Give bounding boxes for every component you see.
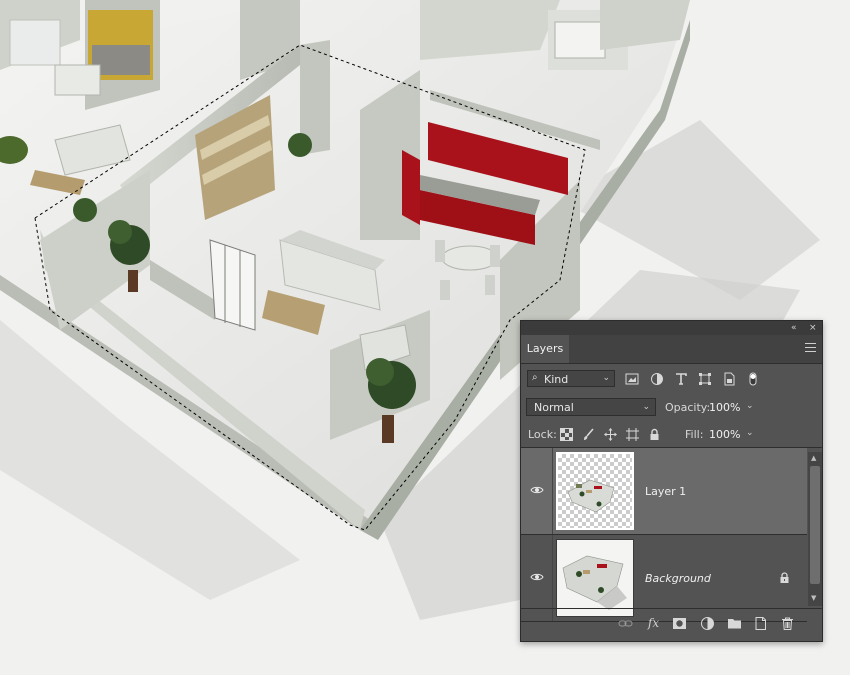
layer-name[interactable]: Layer 1 <box>645 485 686 498</box>
collapse-panel-icon[interactable]: « <box>791 321 797 335</box>
new-group-icon[interactable] <box>727 616 742 631</box>
link-layers-icon[interactable] <box>618 616 633 631</box>
tab-layers[interactable]: Layers <box>521 335 569 363</box>
opacity-chevron-icon[interactable]: ⌄ <box>746 401 754 411</box>
visibility-eye-icon[interactable] <box>530 570 544 584</box>
divider <box>552 448 553 534</box>
panel-titlebar[interactable]: « × <box>521 321 822 335</box>
panel-menu-icon[interactable] <box>805 343 816 353</box>
layer-locked-icon[interactable] <box>779 572 790 584</box>
new-layer-icon[interactable] <box>753 616 768 631</box>
floor-plan-thumbnail-image <box>567 479 615 513</box>
layer-thumbnail[interactable] <box>556 452 634 530</box>
scroll-up-icon[interactable]: ▲ <box>811 454 816 462</box>
lock-image-icon[interactable] <box>582 428 595 441</box>
lock-position-icon[interactable] <box>604 428 617 441</box>
chevron-down-icon: ⌄ <box>642 402 650 412</box>
pixel-filter-icon[interactable] <box>625 372 639 386</box>
search-icon: ⌕ <box>532 372 538 383</box>
layers-bottom-toolbar: fx <box>521 608 822 639</box>
scroll-down-icon[interactable]: ▼ <box>811 594 816 602</box>
adjustment-filter-icon[interactable] <box>650 372 664 386</box>
scroll-thumb[interactable] <box>810 466 820 584</box>
lock-transparent-icon[interactable] <box>560 428 573 441</box>
layer-row-layer-1[interactable]: Layer 1 <box>521 448 807 535</box>
lock-all-icon[interactable] <box>648 428 661 441</box>
lock-row: Lock: Fill: 100% ⌄ <box>521 421 822 448</box>
fill-field[interactable]: 100% <box>709 428 740 441</box>
close-panel-icon[interactable]: × <box>809 321 817 335</box>
layer-name[interactable]: Background <box>645 572 711 585</box>
layer-thumbnail[interactable] <box>556 539 634 617</box>
layers-scrollbar[interactable]: ▲ ▼ <box>808 452 822 606</box>
lock-label: Lock: <box>528 428 557 441</box>
fill-label: Fill: <box>685 428 704 441</box>
delete-layer-icon[interactable] <box>780 616 795 631</box>
opacity-label: Opacity: <box>665 401 711 414</box>
filter-toggle-icon[interactable] <box>746 372 760 386</box>
blend-row: Normal ⌄ Opacity: 100% ⌄ <box>521 394 822 420</box>
layers-panel: « × Layers ⌕ Kind ⌄ Normal ⌄ Opacity: 10… <box>520 320 823 642</box>
layer-effects-icon[interactable]: fx <box>646 616 661 631</box>
visibility-eye-icon[interactable] <box>530 483 544 497</box>
chevron-down-icon: ⌄ <box>602 373 610 383</box>
smart-object-filter-icon[interactable] <box>722 372 736 386</box>
type-filter-icon[interactable] <box>674 372 688 386</box>
layer-mask-icon[interactable] <box>672 616 687 631</box>
fill-chevron-icon[interactable]: ⌄ <box>746 428 754 438</box>
blend-mode-value: Normal <box>534 401 574 414</box>
opacity-field[interactable]: 100% <box>709 401 740 414</box>
blend-mode-select[interactable]: Normal ⌄ <box>526 398 656 416</box>
layer-filter-row: ⌕ Kind ⌄ <box>521 364 822 392</box>
filter-kind-select[interactable]: ⌕ Kind ⌄ <box>527 370 615 387</box>
floor-plan-thumbnail-image <box>557 540 633 616</box>
filter-kind-label: Kind <box>544 373 569 386</box>
tab-row: Layers <box>521 335 822 364</box>
lock-artboard-icon[interactable] <box>626 428 639 441</box>
shape-filter-icon[interactable] <box>698 372 712 386</box>
adjustment-layer-icon[interactable] <box>700 616 715 631</box>
